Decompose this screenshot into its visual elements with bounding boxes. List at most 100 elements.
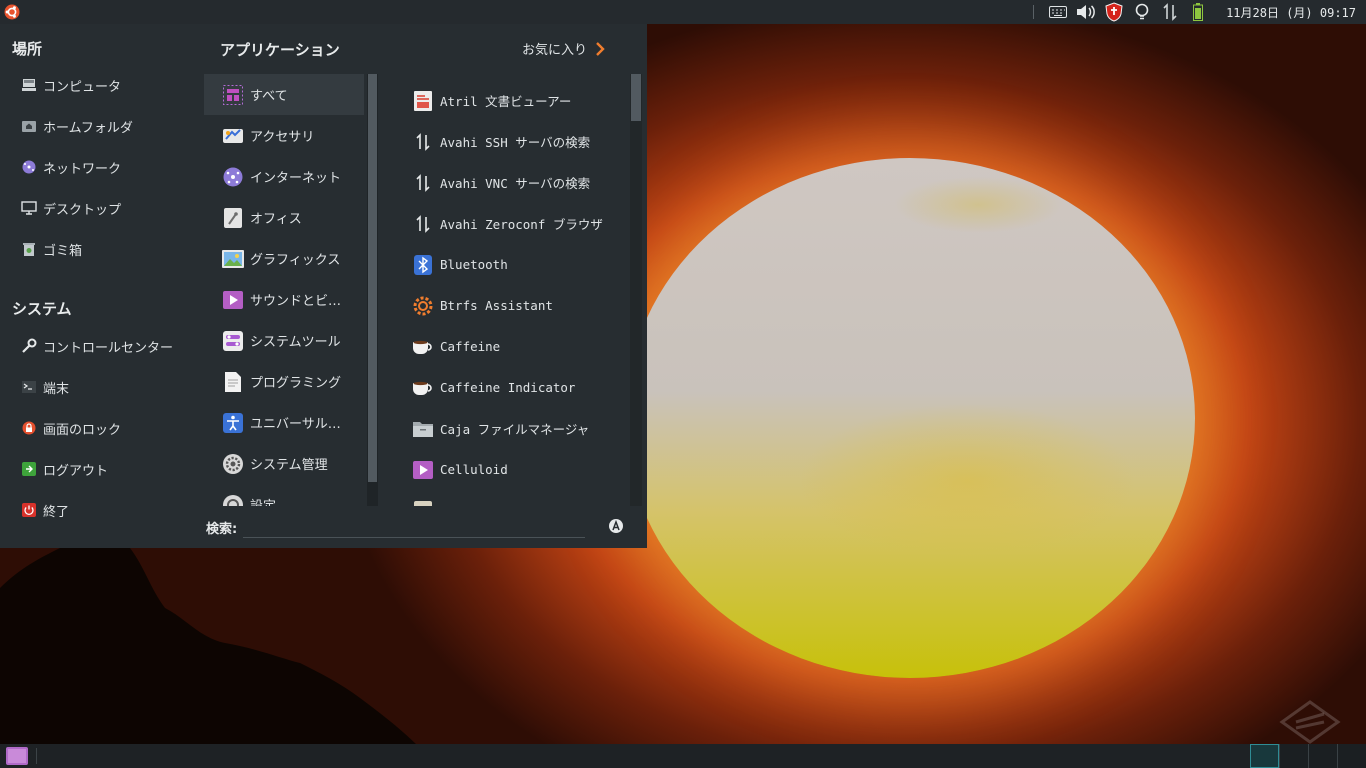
avahi-icon	[412, 172, 434, 194]
category-item-settings[interactable]: 設定	[204, 484, 364, 506]
app-item-avahi-vnc[interactable]: Avahi VNC サーバの検索	[394, 162, 624, 203]
clear-search-icon	[609, 519, 623, 533]
graphics-icon	[222, 248, 244, 270]
document-viewer-icon	[412, 90, 434, 112]
category-label: サウンドとビ…	[250, 294, 342, 309]
keyboard-icon[interactable]	[1047, 1, 1069, 23]
search-clear-button[interactable]	[607, 517, 625, 535]
app-item-avahi-zeroconf[interactable]: Avahi Zeroconf ブラウザ	[394, 203, 624, 244]
app-label: Avahi Zeroconf ブラウザ	[440, 217, 603, 232]
system-label: ログアウト	[43, 463, 109, 479]
category-item-internet[interactable]: インターネット	[204, 156, 364, 197]
system-item-logout[interactable]: ログアウト	[20, 455, 108, 483]
category-label: すべて	[250, 89, 288, 104]
network-icon[interactable]	[1159, 1, 1181, 23]
category-label: システム管理	[250, 458, 328, 473]
btrfs-icon	[412, 295, 434, 317]
category-item-administration[interactable]: システム管理	[204, 443, 364, 484]
settings-gear-icon	[222, 453, 244, 475]
settings-icon	[222, 494, 244, 506]
applications-heading: アプリケーション	[220, 41, 340, 59]
system-label: 画面のロック	[43, 422, 122, 438]
workspace-2[interactable]	[1279, 744, 1308, 768]
app-label: Celluloid	[440, 462, 508, 477]
system-item-control-center[interactable]: コントロールセンター	[20, 332, 173, 360]
app-item-bluetooth[interactable]: Bluetooth	[394, 244, 624, 285]
computer-icon	[20, 76, 38, 94]
system-label: 終了	[43, 504, 70, 520]
category-item-office[interactable]: オフィス	[204, 197, 364, 238]
panel-clock[interactable]: 11月28日 (月) 09:17	[1226, 4, 1356, 21]
places-column: 場所 コンピュータ ホームフォルダ ネットワーク デスクトップ ゴミ箱 システム…	[0, 24, 198, 548]
place-label: ネットワーク	[43, 161, 122, 177]
system-item-shutdown[interactable]: 終了	[20, 496, 69, 524]
system-label: 端末	[43, 381, 70, 397]
app-item-atril[interactable]: Atril 文書ビューアー	[394, 80, 624, 121]
category-scrollbar[interactable]	[367, 74, 378, 506]
network-icon	[20, 158, 38, 176]
top-panel: 11月28日 (月) 09:17	[0, 0, 1366, 24]
category-label: プログラミング	[250, 376, 342, 391]
category-item-graphics[interactable]: グラフィックス	[204, 238, 364, 279]
category-label: グラフィックス	[250, 253, 341, 268]
category-item-all[interactable]: すべて	[204, 74, 364, 115]
avahi-icon	[412, 213, 434, 235]
system-heading: システム	[12, 300, 72, 318]
application-scrollbar-thumb[interactable]	[631, 74, 641, 121]
category-label: オフィス	[250, 212, 302, 227]
category-list: すべて アクセサリ インターネット オフィス グラフィックス サウンドとビ… シ…	[204, 74, 364, 506]
lightbulb-icon[interactable]	[1131, 1, 1153, 23]
category-item-system-tools[interactable]: システムツール	[204, 320, 364, 361]
app-item-caffeine[interactable]: Caffeine	[394, 326, 624, 367]
workspace-1[interactable]	[1250, 744, 1279, 768]
category-item-programming[interactable]: プログラミング	[204, 361, 364, 402]
app-item-caja[interactable]: Caja ファイルマネージャ	[394, 408, 624, 449]
place-item-home[interactable]: ホームフォルダ	[20, 112, 133, 140]
app-label: Avahi SSH サーバの検索	[440, 135, 591, 150]
desktop-icon	[20, 199, 38, 217]
app-item-celluloid[interactable]: Celluloid	[394, 449, 624, 490]
system-tray: 11月28日 (月) 09:17	[1033, 0, 1366, 24]
show-desktop-button[interactable]	[0, 744, 34, 768]
volume-icon[interactable]	[1075, 1, 1097, 23]
multimedia-icon	[222, 289, 244, 311]
wallpaper-sun	[625, 158, 1195, 678]
application-scrollbar[interactable]	[630, 74, 642, 506]
system-item-terminal[interactable]: 端末	[20, 373, 69, 401]
places-heading: 場所	[12, 40, 43, 58]
category-item-accessories[interactable]: アクセサリ	[204, 115, 364, 156]
workspace-3[interactable]	[1308, 744, 1337, 768]
app-item-btrfs-assistant[interactable]: Btrfs Assistant	[394, 285, 624, 326]
lock-icon	[20, 419, 38, 437]
app-label: Btrfs Assistant	[440, 298, 553, 313]
search-label: 検索:	[206, 522, 238, 537]
app-item-avahi-ssh[interactable]: Avahi SSH サーバの検索	[394, 121, 624, 162]
wrench-icon	[20, 337, 38, 355]
search-input[interactable]	[243, 514, 585, 538]
main-menu-button[interactable]	[0, 0, 24, 24]
category-item-multimedia[interactable]: サウンドとビ…	[204, 279, 364, 320]
favorites-button[interactable]: お気に入り	[522, 39, 605, 58]
app-item-caffeine-indicator[interactable]: Caffeine Indicator	[394, 367, 624, 408]
home-folder-icon	[20, 117, 38, 135]
system-item-lock-screen[interactable]: 画面のロック	[20, 414, 121, 442]
workspace-switcher	[1250, 744, 1366, 768]
panel-separator	[36, 748, 37, 764]
all-apps-icon	[222, 84, 244, 106]
programming-icon	[222, 371, 244, 393]
shield-icon[interactable]	[1103, 1, 1125, 23]
place-item-computer[interactable]: コンピュータ	[20, 71, 121, 99]
system-tools-icon	[222, 330, 244, 352]
app-item-partial[interactable]	[394, 490, 624, 506]
place-item-desktop[interactable]: デスクトップ	[20, 194, 121, 222]
category-item-accessibility[interactable]: ユニバーサル…	[204, 402, 364, 443]
place-item-trash[interactable]: ゴミ箱	[20, 235, 82, 263]
battery-icon[interactable]	[1187, 1, 1209, 23]
app-label: Atril 文書ビューアー	[440, 94, 572, 109]
partial-app-icon	[412, 500, 434, 506]
workspace-4[interactable]	[1337, 744, 1366, 768]
office-icon	[222, 207, 244, 229]
power-icon	[20, 501, 38, 519]
category-scrollbar-thumb[interactable]	[368, 74, 377, 482]
place-item-network[interactable]: ネットワーク	[20, 153, 121, 181]
